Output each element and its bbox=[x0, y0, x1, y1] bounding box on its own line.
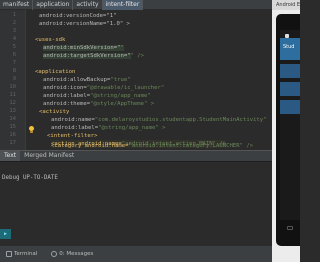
tab-merged-manifest[interactable]: Merged Manifest bbox=[20, 151, 78, 161]
line-number: 11 bbox=[9, 92, 16, 98]
list-item[interactable] bbox=[280, 100, 300, 114]
code-line: <intent-filter> bbox=[47, 133, 98, 139]
code-line: android:label="@string/app_name" bbox=[43, 93, 151, 99]
emulator-title: Android E bbox=[272, 0, 300, 10]
line-number: 4 bbox=[12, 36, 16, 42]
breadcrumb-intent-filter[interactable]: intent-filter bbox=[102, 0, 144, 10]
line-number: 7 bbox=[12, 60, 16, 66]
breadcrumb-manifest[interactable]: manifest bbox=[0, 0, 34, 10]
lightbulb-icon[interactable] bbox=[28, 126, 35, 134]
console-panel: Debug UP-TO-DATE ▶ bbox=[0, 161, 272, 245]
console-output-line: Debug UP-TO-DATE bbox=[2, 175, 58, 181]
code-line: android:targetSdkVersion="" /> bbox=[43, 53, 145, 59]
code-line: <activity bbox=[39, 109, 70, 115]
line-number: 16 bbox=[9, 132, 16, 138]
code-line: android:icon="@drawable/ic_launcher" bbox=[43, 85, 165, 91]
line-number: 9 bbox=[12, 76, 16, 82]
line-number: 1 bbox=[12, 12, 16, 18]
breadcrumb: manifest application activity intent-fil… bbox=[0, 0, 272, 10]
android-emulator-window: Android E Stud bbox=[272, 0, 300, 262]
line-number: 6 bbox=[12, 52, 16, 58]
code-line: <application bbox=[35, 69, 76, 75]
code-line: android:versionCode="1" bbox=[39, 13, 117, 19]
list-item[interactable] bbox=[280, 64, 300, 78]
line-number: 3 bbox=[12, 28, 16, 34]
editor-mode-tabs: Text Merged Manifest bbox=[0, 150, 272, 161]
line-number: 8 bbox=[12, 68, 16, 74]
code-editor[interactable]: android:versionCode="1" android:versionN… bbox=[27, 10, 272, 150]
editor-gutter: 1 2 3 4 5 6 7 8 9 10 11 12 13 14 15 16 1… bbox=[0, 10, 26, 150]
terminal-icon bbox=[6, 251, 12, 257]
code-line: android:allowBackup="true" bbox=[43, 77, 131, 83]
messages-icon bbox=[51, 251, 58, 257]
line-number: 15 bbox=[9, 124, 16, 130]
breadcrumb-activity[interactable]: activity bbox=[73, 0, 103, 10]
line-number: 13 bbox=[9, 108, 16, 114]
breadcrumb-application[interactable]: application bbox=[33, 0, 74, 10]
line-number: 2 bbox=[12, 20, 16, 26]
code-line: android:versionName="1.0" > bbox=[39, 21, 130, 27]
line-number: 10 bbox=[9, 84, 16, 90]
line-number: 5 bbox=[12, 44, 16, 50]
code-line: android:minSdkVersion="" bbox=[43, 45, 124, 51]
code-line: <category android:name="android.intent.c… bbox=[51, 143, 254, 149]
code-line: android:theme="@style/AppTheme" > bbox=[43, 101, 155, 107]
line-number: 14 bbox=[9, 116, 16, 122]
home-nav-button[interactable] bbox=[287, 226, 293, 230]
terminal-tool-button[interactable]: Terminal bbox=[6, 251, 37, 257]
tool-window-bar: Terminal 0: Messages bbox=[0, 245, 272, 262]
messages-tool-button[interactable]: 0: Messages bbox=[51, 251, 93, 257]
tab-text[interactable]: Text bbox=[0, 151, 21, 161]
run-status-icon[interactable]: ▶ bbox=[0, 229, 11, 239]
terminal-label: Terminal bbox=[14, 251, 38, 257]
code-line: <uses-sdk bbox=[35, 37, 66, 43]
list-item[interactable] bbox=[280, 82, 300, 96]
messages-label: 0: Messages bbox=[59, 251, 94, 257]
line-number: 12 bbox=[9, 100, 16, 106]
code-line: android:label="@string/app_name" > bbox=[51, 125, 166, 131]
app-title: Stud bbox=[283, 44, 295, 50]
line-number: 17 bbox=[9, 140, 16, 146]
code-line: android:name="com.delaroystudios.student… bbox=[51, 117, 267, 123]
